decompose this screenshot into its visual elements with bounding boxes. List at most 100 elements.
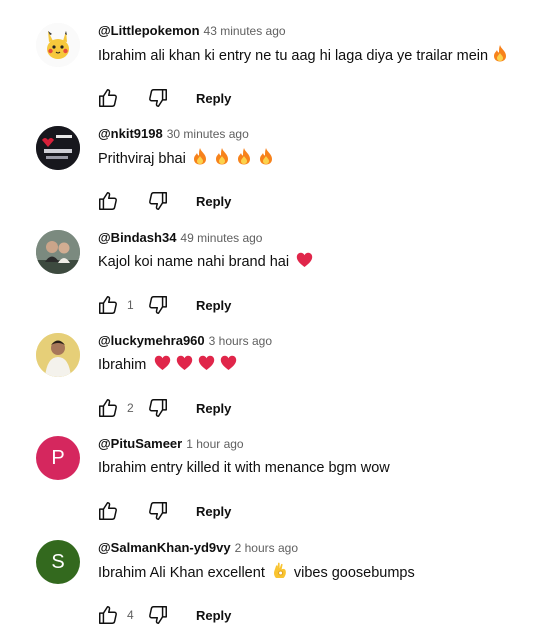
avatar-letter: S — [51, 550, 65, 573]
reply-button[interactable]: Reply — [196, 608, 231, 623]
comment-actions: 4 Reply — [96, 601, 231, 629]
comment-text-body: Ibrahim ali khan ki entry ne tu aag hi l… — [98, 48, 489, 64]
dislike-button[interactable] — [146, 189, 170, 213]
avatar-letter: P — [51, 446, 65, 469]
thumbs-up-icon — [99, 502, 117, 520]
comment-actions: 2 Reply — [96, 394, 231, 422]
comment-text-body: Ibrahim entry killed it with menance bgm… — [98, 460, 390, 476]
pokemon-avatar-icon — [36, 23, 80, 67]
thumbs-down-icon — [149, 606, 167, 624]
comment-text-body: Ibrahim — [98, 357, 147, 373]
comment-thread: @nkit9198 30 minutes ago Prithviraj bhai … — [0, 125, 550, 225]
comment-header: @Bindash34 49 minutes ago — [98, 229, 262, 247]
comment-header: @nkit9198 30 minutes ago — [98, 125, 249, 143]
thumbs-up-icon — [99, 192, 117, 210]
reply-button[interactable]: Reply — [196, 194, 231, 209]
comment-header: @Littlepokemon 43 minutes ago — [98, 22, 286, 40]
dislike-button[interactable] — [146, 86, 170, 110]
comment-author[interactable]: @SalmanKhan-yd9vy — [98, 540, 231, 555]
ok-hand-emoji — [272, 561, 288, 579]
comment-time[interactable]: 3 hours ago — [209, 334, 272, 348]
heart-emoji — [176, 355, 193, 371]
comment-text: Ibrahim Ali Khan excellent vibes goosebum… — [98, 561, 415, 584]
comment-text-suffix: vibes goosebumps — [293, 565, 415, 581]
avatar[interactable] — [36, 333, 80, 377]
fire-emoji — [258, 147, 274, 165]
heart-emoji — [296, 252, 313, 268]
reply-button[interactable]: Reply — [196, 298, 231, 313]
comment-header: @SalmanKhan-yd9vy 2 hours ago — [98, 539, 298, 557]
fire-emoji — [492, 44, 508, 62]
comment-time[interactable]: 30 minutes ago — [167, 127, 249, 141]
like-button[interactable] — [96, 396, 120, 420]
comment-thread: P @PituSameer 1 hour ago Ibrahim entry ki… — [0, 435, 550, 535]
thumbs-up-icon — [99, 89, 117, 107]
comment-author[interactable]: @nkit9198 — [98, 126, 163, 141]
dislike-button[interactable] — [146, 293, 170, 317]
comment-thread: @Littlepokemon 43 minutes ago Ibrahim ali… — [0, 22, 550, 122]
heart-icon — [296, 252, 313, 267]
like-count: 1 — [127, 298, 134, 312]
comment-time[interactable]: 1 hour ago — [186, 437, 243, 451]
comment-text: Ibrahim ali khan ki entry ne tu aag hi l… — [98, 44, 508, 67]
photo-avatar-icon — [36, 230, 80, 274]
fire-emoji — [214, 147, 230, 165]
comment-text: Kajol koi name nahi brand hai — [98, 251, 313, 273]
thumbs-up-icon — [99, 399, 117, 417]
heart-emoji — [220, 355, 237, 371]
like-button[interactable] — [96, 86, 120, 110]
comment-text: Prithviraj bhai — [98, 147, 274, 170]
fire-icon — [215, 148, 228, 165]
comment-actions: Reply — [96, 187, 231, 215]
thumbs-down-icon — [149, 89, 167, 107]
avatar[interactable] — [36, 230, 80, 274]
heart-icon — [221, 355, 237, 370]
thumbs-down-icon — [149, 502, 167, 520]
comment-actions: 1 Reply — [96, 291, 231, 319]
comment-author[interactable]: @Bindash34 — [98, 230, 176, 245]
heart-icon — [155, 355, 171, 370]
photo-avatar-icon — [36, 333, 80, 377]
dislike-button[interactable] — [146, 499, 170, 523]
comment-time[interactable]: 43 minutes ago — [204, 24, 286, 38]
heart-icon — [199, 355, 215, 370]
photo-avatar-icon — [36, 126, 80, 170]
fire-icon — [193, 148, 206, 165]
like-button[interactable] — [96, 293, 120, 317]
comment-text-body: Kajol koi name nahi brand hai — [98, 254, 290, 270]
fire-emoji — [236, 147, 252, 165]
avatar[interactable]: S — [36, 540, 80, 584]
comment-header: @luckymehra960 3 hours ago — [98, 332, 272, 350]
heart-icon — [177, 355, 193, 370]
reply-button[interactable]: Reply — [196, 504, 231, 519]
fire-icon — [494, 45, 507, 62]
comment-actions: Reply — [96, 497, 231, 525]
comment-time[interactable]: 49 minutes ago — [180, 231, 262, 245]
fire-icon — [237, 148, 250, 165]
like-button[interactable] — [96, 499, 120, 523]
like-button[interactable] — [96, 189, 120, 213]
comment-text: Ibrahim entry killed it with menance bgm… — [98, 457, 390, 479]
avatar[interactable] — [36, 126, 80, 170]
comment-author[interactable]: @Littlepokemon — [98, 23, 200, 38]
comment-thread: @Bindash34 49 minutes ago Kajol koi name … — [0, 229, 550, 329]
comment-text-body: Ibrahim Ali Khan excellent — [98, 565, 265, 581]
like-count: 2 — [127, 401, 134, 415]
like-button[interactable] — [96, 603, 120, 627]
comment-author[interactable]: @PituSameer — [98, 436, 182, 451]
ok-hand-icon — [273, 562, 286, 578]
comment-author[interactable]: @luckymehra960 — [98, 333, 205, 348]
avatar[interactable]: P — [36, 436, 80, 480]
thumbs-down-icon — [149, 192, 167, 210]
reply-button[interactable]: Reply — [196, 91, 231, 106]
heart-emoji — [198, 355, 215, 371]
comment-thread: @luckymehra960 3 hours ago Ibrahim 2 Repl… — [0, 332, 550, 432]
comment-time[interactable]: 2 hours ago — [235, 541, 298, 555]
dislike-button[interactable] — [146, 603, 170, 627]
avatar[interactable] — [36, 23, 80, 67]
dislike-button[interactable] — [146, 396, 170, 420]
reply-button[interactable]: Reply — [196, 401, 231, 416]
fire-emoji — [192, 147, 208, 165]
comment-text-body: Prithviraj bhai — [98, 151, 186, 167]
comment-text: Ibrahim — [98, 354, 237, 376]
